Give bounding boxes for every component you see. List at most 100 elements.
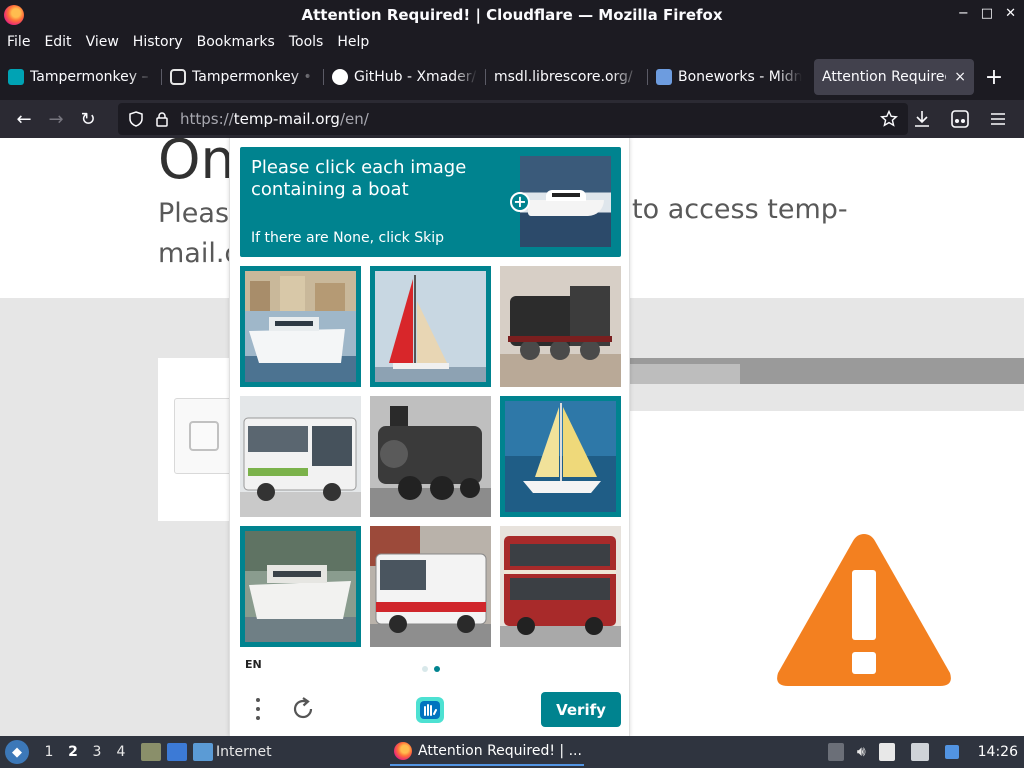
- tab-github[interactable]: GitHub - Xmader/: [324, 59, 486, 95]
- menu-bar: File Edit View History Bookmarks Tools H…: [0, 30, 1024, 54]
- page-strip-tab: [630, 364, 740, 386]
- url-bar[interactable]: https://temp-mail.org/en/: [118, 103, 908, 135]
- workspace-3[interactable]: 3: [85, 744, 109, 760]
- example-image[interactable]: [520, 156, 611, 247]
- captcha-checkbox[interactable]: [189, 421, 219, 451]
- folder-icon[interactable]: [193, 743, 213, 761]
- more-options-icon[interactable]: [252, 696, 264, 722]
- example-boat-hull: [528, 200, 604, 216]
- tab-attention-required[interactable]: Attention Required! ×: [814, 59, 974, 95]
- hamburger-menu-icon[interactable]: [982, 103, 1014, 135]
- workspace-2[interactable]: 2: [61, 744, 85, 760]
- challenge-tile-3[interactable]: [500, 266, 621, 387]
- challenge-tile-5[interactable]: [370, 396, 491, 517]
- clipboard-icon[interactable]: [878, 743, 895, 761]
- notification-icon[interactable]: [944, 745, 959, 759]
- menu-file[interactable]: File: [7, 34, 30, 50]
- bookmark-star-icon[interactable]: [880, 110, 898, 128]
- subtitle-line-1: Pleas: [158, 198, 230, 229]
- tab-title: Attention Required!: [822, 69, 947, 85]
- challenge-tile-2[interactable]: [370, 266, 491, 387]
- verify-button[interactable]: Verify: [541, 692, 621, 727]
- challenge-tile-8[interactable]: [370, 526, 491, 647]
- page-light-strip: [630, 384, 1024, 411]
- menu-view[interactable]: View: [86, 34, 119, 50]
- forward-button[interactable]: →: [40, 103, 72, 135]
- challenge-tile-6[interactable]: [500, 396, 621, 517]
- tampermonkey-icon: [8, 69, 24, 85]
- window-controls: − □ ✕: [958, 6, 1016, 21]
- minimize-button[interactable]: −: [958, 6, 969, 21]
- hcaptcha-challenge: Please click each image containing a boa…: [229, 138, 630, 736]
- window-titlebar[interactable]: Attention Required! | Cloudflare — Mozil…: [0, 0, 1024, 30]
- tab-tampermonkey-2[interactable]: Tampermonkey •: [162, 59, 324, 95]
- url-host: temp-mail.org: [233, 110, 340, 128]
- maximize-button[interactable]: □: [981, 6, 993, 21]
- show-desktop-icon[interactable]: [167, 743, 187, 761]
- navigation-toolbar: ← → ↻ https://temp-mail.org/en/: [0, 100, 1024, 138]
- shield-icon[interactable]: [128, 111, 144, 127]
- steam-locomotive-image: [500, 266, 621, 387]
- yellow-sailboat-image: [505, 401, 616, 512]
- toolbar-right-icons: [906, 103, 1014, 135]
- yacht-harbour-image: [245, 271, 356, 382]
- system-tray: 🔊︎ 14:26: [825, 736, 1024, 768]
- start-menu-icon[interactable]: ◆: [5, 740, 29, 764]
- window-title: Attention Required! | Cloudflare — Mozil…: [301, 6, 723, 24]
- volume-icon[interactable]: 🔊︎: [857, 744, 866, 760]
- tab-title: Boneworks - Midn: [678, 69, 802, 85]
- new-tab-button[interactable]: +: [982, 65, 1006, 90]
- tab-librescore[interactable]: msdl.librescore.org/: [486, 59, 648, 95]
- menu-history[interactable]: History: [133, 34, 183, 50]
- tab-title: Tampermonkey –: [30, 69, 149, 85]
- challenge-tile-9[interactable]: [500, 526, 621, 647]
- motor-yacht-image: [245, 531, 356, 642]
- challenge-pagination: [422, 666, 440, 672]
- back-button[interactable]: ←: [8, 103, 40, 135]
- white-bus-image: [240, 396, 361, 517]
- lock-icon[interactable]: [154, 111, 170, 127]
- tab-boneworks[interactable]: Boneworks - Midn: [648, 59, 810, 95]
- subtitle-line-2: mail.c: [158, 238, 240, 269]
- close-tab-icon[interactable]: ×: [954, 69, 966, 85]
- challenge-tile-4[interactable]: [240, 396, 361, 517]
- internet-launcher[interactable]: Internet: [216, 744, 272, 760]
- expand-example-icon[interactable]: +: [510, 192, 530, 212]
- workspace-1[interactable]: 1: [37, 744, 61, 760]
- tampermonkey-extension-icon[interactable]: [944, 103, 976, 135]
- menu-edit[interactable]: Edit: [44, 34, 71, 50]
- language-selector[interactable]: EN: [245, 658, 262, 671]
- menu-bookmarks[interactable]: Bookmarks: [197, 34, 275, 50]
- page-subtitle-left: Pleas mail.c: [158, 194, 239, 274]
- page-heading: On: [158, 138, 235, 191]
- downloads-icon[interactable]: [906, 103, 938, 135]
- taskbar-active-window[interactable]: Attention Required! | ...: [390, 738, 584, 766]
- firefox-icon: [394, 742, 412, 760]
- challenge-tile-7[interactable]: [240, 526, 361, 647]
- challenge-hint: If there are None, click Skip: [251, 230, 445, 246]
- tab-title: msdl.librescore.org/: [494, 69, 633, 85]
- reload-button[interactable]: ↻: [72, 103, 104, 135]
- tab-title: Tampermonkey •: [192, 69, 312, 85]
- page-dot-1: [422, 666, 428, 672]
- workspace-4[interactable]: 4: [109, 744, 133, 760]
- upload-tray-icon[interactable]: [827, 743, 844, 761]
- refresh-challenge-icon[interactable]: [290, 696, 316, 722]
- desktop: Attention Required! | Cloudflare — Mozil…: [0, 0, 1024, 768]
- network-icon[interactable]: [910, 743, 929, 761]
- menu-help[interactable]: Help: [337, 34, 369, 50]
- close-window-button[interactable]: ✕: [1005, 6, 1016, 21]
- clock[interactable]: 14:26: [978, 744, 1018, 760]
- challenge-tile-1[interactable]: [240, 266, 361, 387]
- menu-tools[interactable]: Tools: [289, 34, 324, 50]
- file-manager-icon[interactable]: [141, 743, 161, 761]
- url-text[interactable]: https://temp-mail.org/en/: [180, 110, 369, 128]
- tab-tampermonkey-1[interactable]: Tampermonkey –: [0, 59, 162, 95]
- challenge-prompt: Please click each image containing a boa…: [251, 157, 467, 200]
- example-boat-window: [552, 193, 580, 197]
- github-icon: [332, 69, 348, 85]
- challenge-header: Please click each image containing a boa…: [240, 147, 621, 257]
- hcaptcha-logo-icon[interactable]: [414, 695, 446, 725]
- tab-strip: Tampermonkey – Tampermonkey • GitHub - X…: [0, 54, 1024, 100]
- tab-title: GitHub - Xmader/: [354, 69, 477, 85]
